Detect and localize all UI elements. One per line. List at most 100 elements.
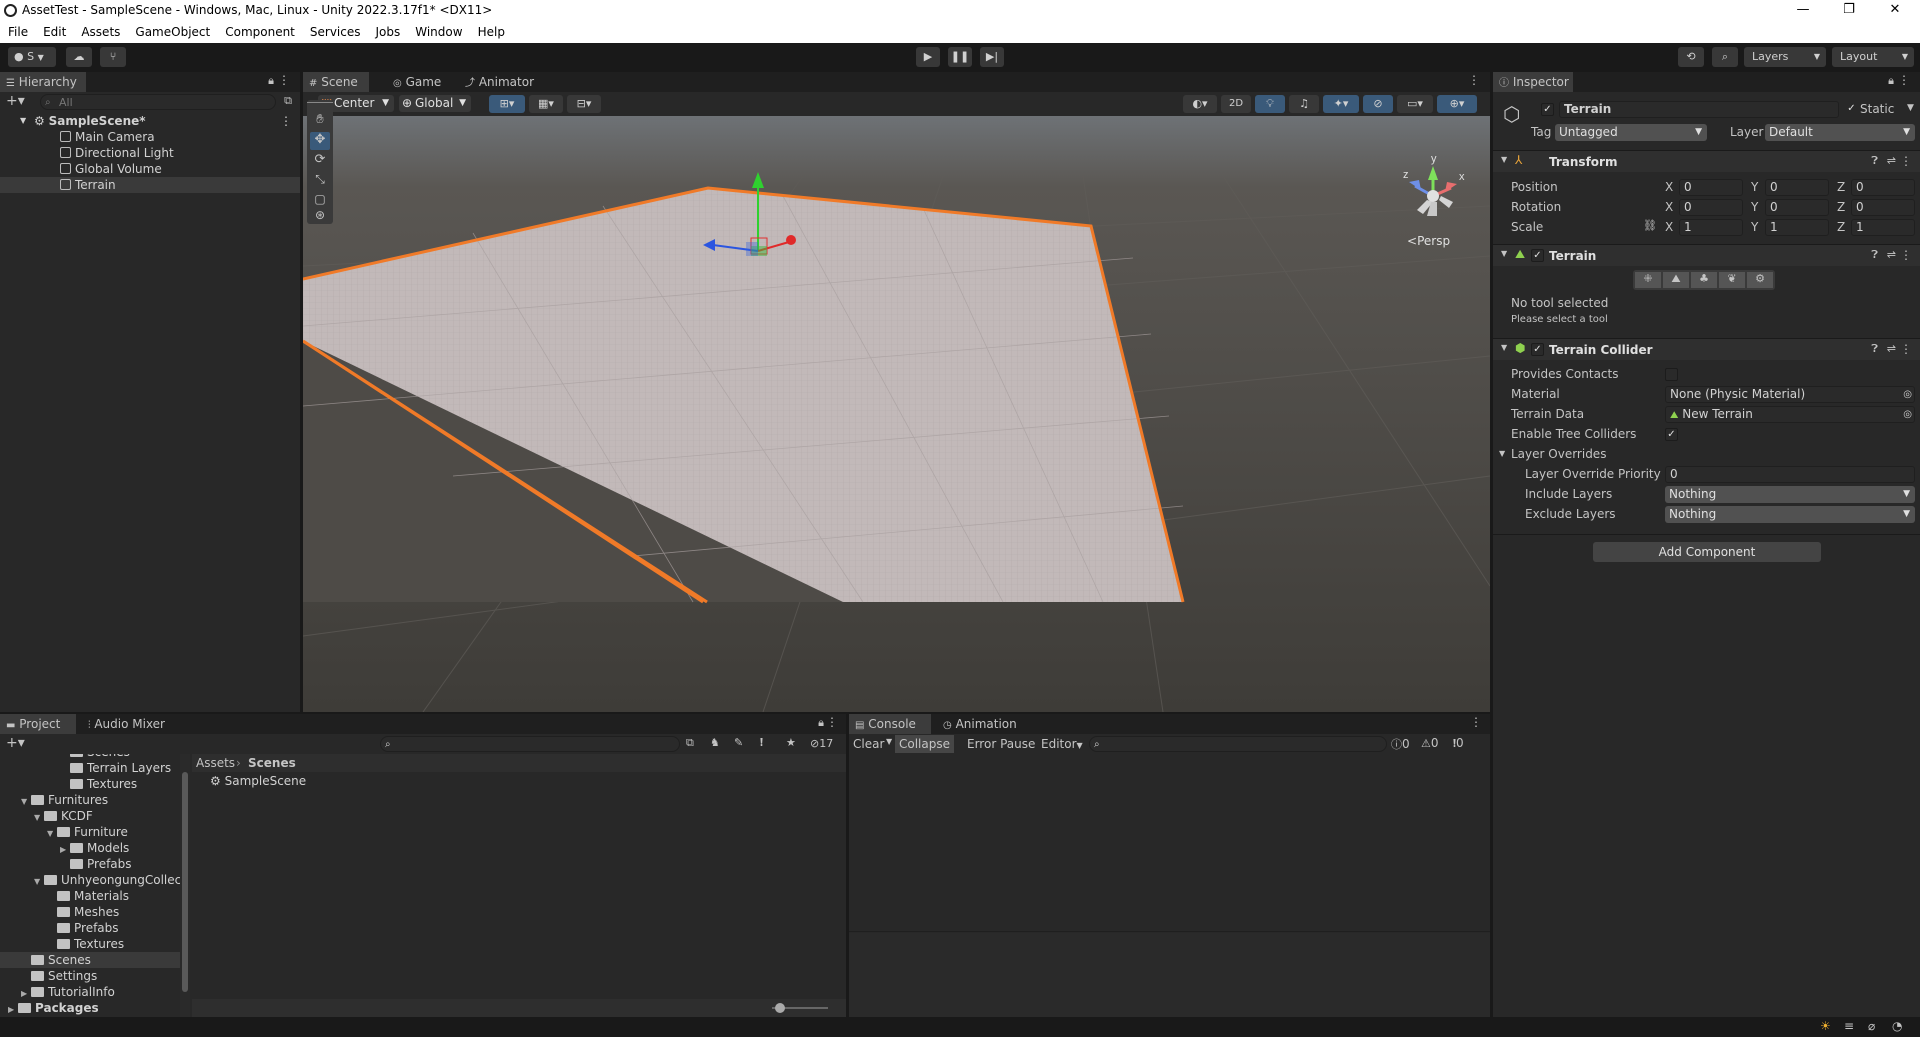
toggle-2d-button[interactable]: 2D <box>1221 95 1251 113</box>
tree-item[interactable]: Prefabs <box>0 856 180 872</box>
close-button[interactable]: ✕ <box>1872 0 1918 22</box>
layer-dropdown[interactable]: Default ▼ <box>1765 124 1915 141</box>
preset-icon[interactable]: ⇌ <box>1887 248 1896 261</box>
help-icon[interactable]: ❓︎ <box>1871 248 1878 262</box>
help-icon[interactable]: ❓︎ <box>1871 342 1878 356</box>
tab-animation[interactable]: ◷ Animation <box>937 714 1027 734</box>
hand-tool-button[interactable]: ✋︎ <box>310 112 330 130</box>
perspective-label[interactable]: <Persp <box>1407 234 1450 248</box>
draw-mode-button[interactable]: ◐▾ <box>1183 95 1217 113</box>
lighting-toggle-button[interactable]: 💡︎ <box>1255 95 1285 113</box>
menu-services[interactable]: Services <box>302 22 368 39</box>
cache-server-icon[interactable]: ≡ <box>1844 1019 1854 1033</box>
enable-tree-colliders-checkbox[interactable]: ✓ <box>1665 428 1678 441</box>
account-button[interactable]: ● S ▼ <box>8 47 56 67</box>
history-button[interactable]: ⟲ <box>1678 47 1704 67</box>
terrain-trees-button[interactable]: ♣ <box>1691 272 1717 288</box>
position-x-field[interactable]: 0 <box>1679 179 1743 196</box>
transform-header[interactable]: ▼ ⅄ Transform ❓︎ ⇌ ⋮ <box>1493 150 1920 172</box>
tree-item[interactable]: ▶ Models <box>0 840 180 856</box>
error-pause-button[interactable]: Error Pause <box>967 737 1035 751</box>
add-component-button[interactable]: Add Component <box>1593 542 1821 562</box>
scene-visibility-icon[interactable]: ⧉ <box>284 94 292 108</box>
terrain-create-neighbor-button[interactable]: ⁜ <box>1635 272 1661 288</box>
rotation-y-field[interactable]: 0 <box>1765 199 1829 216</box>
add-icon[interactable]: +▾ <box>6 735 25 751</box>
maximize-button[interactable]: ❐ <box>1826 0 1872 22</box>
tab-scene[interactable]: # Scene <box>303 72 369 92</box>
menu-assets[interactable]: Assets <box>73 22 127 39</box>
menu-component[interactable]: Component <box>217 22 302 39</box>
hidden-packages-toggle[interactable]: ⊘17 <box>810 737 833 750</box>
clear-button[interactable]: Clear <box>853 737 884 751</box>
scale-x-field[interactable]: 1 <box>1679 219 1743 236</box>
tree-item[interactable]: Meshes <box>0 904 180 920</box>
breadcrumb-scenes[interactable]: Scenes <box>248 756 296 770</box>
search-by-type-icon[interactable]: ⧉ <box>686 736 694 750</box>
rotation-x-field[interactable]: 0 <box>1679 199 1743 216</box>
more-menu-icon[interactable]: ⋮ <box>1900 248 1912 262</box>
terrain-component-header[interactable]: ▼ ⛰︎ ✓ Terrain ❓︎ ⇌ ⋮ <box>1493 244 1920 266</box>
layout-dropdown[interactable]: Layout ▼ <box>1832 47 1914 67</box>
exclude-layers-dropdown[interactable]: Nothing ▼ <box>1665 506 1915 523</box>
active-checkbox[interactable]: ✓ <box>1541 103 1554 116</box>
palette-handle[interactable] <box>307 102 333 106</box>
preset-icon[interactable]: ⇌ <box>1887 154 1896 167</box>
terrain-collider-header[interactable]: ▼ ⬢ ✓ Terrain Collider ❓︎ ⇌ ⋮ <box>1493 338 1920 360</box>
menu-jobs[interactable]: Jobs <box>368 22 408 39</box>
menu-help[interactable]: Help <box>470 22 512 39</box>
tab-game[interactable]: ◎ Game <box>387 72 447 92</box>
step-button[interactable]: ▶| <box>980 47 1004 67</box>
warning-count-toggle[interactable]: ⚠0 <box>1421 736 1439 750</box>
include-layers-dropdown[interactable]: Nothing ▼ <box>1665 486 1915 503</box>
more-menu-icon[interactable]: ⋮ <box>1468 73 1480 87</box>
tree-item[interactable]: ▼ Furniture <box>0 824 180 840</box>
gizmos-button[interactable]: ⊕▾ <box>1437 95 1477 113</box>
tab-project[interactable]: ▬ Project <box>0 714 76 734</box>
menu-file[interactable]: File <box>0 22 35 39</box>
help-icon[interactable]: ❓︎ <box>1871 154 1878 168</box>
menu-edit[interactable]: Edit <box>35 22 73 39</box>
search-by-label-icon[interactable]: ♞ <box>710 736 720 749</box>
tree-scrollbar-thumb[interactable] <box>182 772 188 992</box>
rotate-tool-button[interactable]: ⟳ <box>310 152 330 170</box>
more-menu-icon[interactable]: ⋮ <box>278 73 290 87</box>
tree-item[interactable]: ▼ UnhyeongungCollec <box>0 872 180 888</box>
console-log-list[interactable] <box>849 754 1490 932</box>
search-button[interactable]: ⌕ <box>1712 47 1738 67</box>
scene-viewport[interactable]: y z x <Persp <box>303 116 1490 712</box>
tree-item[interactable]: Settings <box>0 968 180 984</box>
hierarchy-item-main-camera[interactable]: Main Camera <box>0 129 300 145</box>
expand-arrow-icon[interactable]: ▶ <box>8 1002 18 1017</box>
material-field[interactable]: None (Physic Material) ◎ <box>1665 386 1915 403</box>
menu-gameobject[interactable]: GameObject <box>127 22 217 39</box>
expand-arrow-icon[interactable]: ▼ <box>20 113 26 129</box>
scene-root-item[interactable]: ▼ ⚙ SampleScene* ⋮ <box>0 113 300 129</box>
layer-overrides-foldout[interactable]: ▼ Layer Overrides <box>1499 447 1606 461</box>
increment-snap-button[interactable]: ⊟▾ <box>567 95 601 113</box>
link-icon[interactable]: ⛓︎ <box>1643 219 1657 232</box>
tag-dropdown[interactable]: Untagged ▼ <box>1555 124 1707 141</box>
hierarchy-item-directional-light[interactable]: Directional Light <box>0 145 300 161</box>
scale-tool-button[interactable]: ⤡ <box>310 172 330 190</box>
collapse-button[interactable]: Collapse <box>895 735 954 753</box>
console-search-input[interactable]: ⌕ <box>1089 736 1387 752</box>
effects-toggle-button[interactable]: ✦▾ <box>1323 95 1359 113</box>
transform-tool-button[interactable]: ⊛ <box>310 208 330 224</box>
preset-icon[interactable]: ⇌ <box>1887 342 1896 355</box>
progress-icon[interactable]: ◔ <box>1892 1019 1902 1033</box>
tree-item[interactable]: Terrain Layers <box>0 760 180 776</box>
scale-z-field[interactable]: 1 <box>1851 219 1915 236</box>
camera-settings-button[interactable]: ▭▾ <box>1397 95 1433 113</box>
play-button[interactable]: ▶ <box>916 47 940 67</box>
position-z-field[interactable]: 0 <box>1851 179 1915 196</box>
tree-item[interactable]: Prefabs <box>0 920 180 936</box>
tree-item[interactable]: Materials <box>0 888 180 904</box>
tree-item[interactable]: Textures <box>0 776 180 792</box>
editor-dropdown[interactable]: Editor▼ <box>1041 737 1083 751</box>
collider-enabled-checkbox[interactable]: ✓ <box>1531 343 1544 356</box>
menu-window[interactable]: Window <box>407 22 469 39</box>
object-picker-icon[interactable]: ◎ <box>1903 387 1912 402</box>
tree-item[interactable]: Textures <box>0 936 180 952</box>
terrain-enabled-checkbox[interactable]: ✓ <box>1531 249 1544 262</box>
